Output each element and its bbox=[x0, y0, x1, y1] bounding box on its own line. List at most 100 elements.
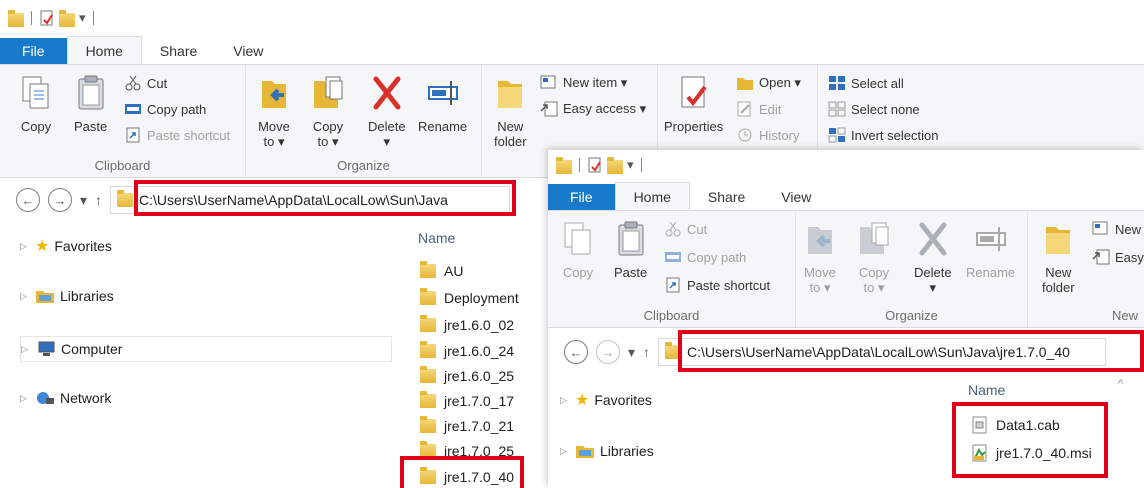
new-folder-label: New folder bbox=[1042, 265, 1075, 295]
recent-locations-button[interactable]: ▾ bbox=[628, 344, 635, 361]
delete-button[interactable]: Delete ▾ bbox=[914, 219, 952, 295]
select-all-button[interactable]: Select all bbox=[828, 75, 904, 91]
copy-button[interactable]: Copy bbox=[562, 219, 594, 280]
tab-file[interactable]: File bbox=[548, 184, 615, 210]
nav-item-favorites[interactable]: ▷ ★ Favorites bbox=[560, 390, 652, 410]
list-item[interactable]: jre1.7.0_40 bbox=[420, 467, 514, 485]
nav-item-computer[interactable]: ▷ Computer bbox=[20, 336, 392, 362]
list-item[interactable]: jre1.6.0_02 bbox=[420, 315, 514, 333]
new-folder-icon[interactable] bbox=[607, 156, 623, 174]
up-button[interactable]: ↑ bbox=[643, 344, 650, 360]
folder-icon bbox=[420, 366, 436, 383]
copy-to-icon bbox=[314, 76, 343, 108]
new-item-button[interactable]: New item ▾ bbox=[540, 75, 627, 91]
history-button[interactable]: History bbox=[736, 127, 799, 143]
nav-item-libraries[interactable]: ▷ Libraries bbox=[20, 288, 114, 304]
properties-button[interactable]: Properties bbox=[664, 73, 723, 134]
tab-home[interactable]: Home bbox=[614, 182, 690, 210]
ribbon-home: Copy Paste Cut Copy path Paste shortcut … bbox=[548, 210, 1144, 328]
tab-view[interactable]: View bbox=[215, 38, 281, 64]
address-bar[interactable]: C:\Users\UserName\AppData\LocalLow\Sun\J… bbox=[110, 186, 511, 214]
paste-button[interactable]: Paste bbox=[74, 73, 107, 134]
easy-access-icon bbox=[540, 101, 558, 117]
list-item[interactable]: AU bbox=[420, 261, 463, 279]
open-button[interactable]: Open ▾ bbox=[736, 75, 801, 91]
up-button[interactable]: ↑ bbox=[95, 192, 102, 208]
cut-button[interactable]: Cut bbox=[124, 75, 167, 91]
expand-icon: ▷ bbox=[20, 392, 27, 403]
tab-share[interactable]: Share bbox=[690, 184, 763, 210]
delete-icon bbox=[919, 222, 947, 256]
copy-path-button[interactable]: Copy path bbox=[664, 249, 746, 265]
move-to-button[interactable]: Move to ▾ bbox=[258, 73, 290, 149]
rename-button[interactable]: Rename bbox=[966, 219, 1015, 280]
paste-shortcut-button[interactable]: Paste shortcut bbox=[124, 127, 230, 143]
paste-shortcut-button[interactable]: Paste shortcut bbox=[664, 277, 770, 293]
column-header-name[interactable]: Name bbox=[968, 382, 1005, 398]
back-button[interactable]: ← bbox=[16, 188, 40, 212]
paste-icon bbox=[78, 75, 104, 110]
delete-button[interactable]: Delete ▾ bbox=[368, 73, 406, 149]
expand-icon: ▷ bbox=[20, 240, 27, 251]
file-name: jre1.6.0_24 bbox=[444, 343, 515, 359]
network-icon bbox=[37, 392, 54, 404]
paste-button[interactable]: Paste bbox=[614, 219, 647, 280]
ribbon-tabs: File Home Share View bbox=[548, 182, 1144, 210]
properties-icon[interactable] bbox=[39, 10, 55, 26]
new-item-icon bbox=[540, 75, 556, 89]
list-item[interactable]: Deployment bbox=[420, 288, 519, 306]
list-item[interactable]: jre1.6.0_25 bbox=[420, 366, 514, 384]
list-item[interactable]: jre1.7.0_17 bbox=[420, 391, 514, 409]
move-to-icon bbox=[262, 81, 286, 108]
nav-item-network[interactable]: ▷ Network bbox=[20, 390, 111, 406]
tab-home[interactable]: Home bbox=[66, 36, 142, 64]
address-bar[interactable]: C:\Users\UserName\AppData\LocalLow\Sun\J… bbox=[658, 338, 1107, 366]
toolbar-separator bbox=[640, 158, 642, 172]
rename-label: Rename bbox=[966, 265, 1016, 280]
copy-button[interactable]: Copy bbox=[20, 73, 52, 134]
copy-icon bbox=[564, 222, 591, 255]
list-item[interactable]: Data1.cab bbox=[972, 416, 1060, 434]
tab-file[interactable]: File bbox=[0, 38, 67, 64]
qat-dropdown-icon[interactable]: ▾ bbox=[627, 157, 634, 173]
list-item[interactable]: jre1.7.0_21 bbox=[420, 416, 514, 434]
forward-button[interactable]: → bbox=[48, 188, 72, 212]
list-item[interactable]: jre1.6.0_24 bbox=[420, 341, 515, 359]
edit-button[interactable]: Edit bbox=[736, 101, 781, 117]
list-item[interactable]: jre1.7.0_25 bbox=[420, 441, 514, 459]
move-to-button[interactable]: Move to ▾ bbox=[804, 219, 836, 295]
list-item[interactable]: jre1.7.0_40.msi bbox=[972, 444, 1092, 462]
recent-locations-button[interactable]: ▾ bbox=[80, 192, 87, 209]
group-clipboard: Copy Paste Cut Copy path Paste shortcut … bbox=[0, 65, 246, 177]
nav-item-favorites[interactable]: ▷ ★ Favorites bbox=[20, 236, 112, 256]
tab-view[interactable]: View bbox=[763, 184, 829, 210]
new-folder-button[interactable]: New folder bbox=[494, 73, 527, 149]
back-button[interactable]: ← bbox=[564, 340, 588, 364]
copy-icon bbox=[22, 76, 49, 109]
select-none-label: Select none bbox=[851, 101, 920, 117]
cut-button[interactable]: Cut bbox=[664, 221, 707, 237]
easy-access-button[interactable]: Easy bbox=[1092, 249, 1144, 265]
tab-share[interactable]: Share bbox=[142, 38, 215, 64]
delete-icon bbox=[373, 76, 401, 110]
select-none-button[interactable]: Select none bbox=[828, 101, 920, 117]
explorer-window-jre: ▾ File Home Share View Copy Paste Cut Co… bbox=[548, 150, 1144, 488]
folder-icon bbox=[420, 467, 436, 484]
new-item-button[interactable]: New bbox=[1092, 221, 1141, 237]
scissors-icon bbox=[665, 221, 681, 237]
invert-selection-button[interactable]: Invert selection bbox=[828, 127, 938, 143]
copy-to-button[interactable]: Copy to ▾ bbox=[312, 73, 344, 149]
copy-path-button[interactable]: Copy path bbox=[124, 101, 206, 117]
new-folder-icon[interactable] bbox=[59, 9, 75, 27]
copy-to-button[interactable]: Copy to ▾ bbox=[858, 219, 890, 295]
toolbar-separator bbox=[579, 158, 580, 172]
column-header-name[interactable]: Name bbox=[418, 230, 455, 246]
nav-item-libraries[interactable]: ▷ Libraries bbox=[560, 443, 654, 459]
qat-dropdown-icon[interactable]: ▾ bbox=[79, 10, 86, 26]
new-folder-button[interactable]: New folder bbox=[1042, 219, 1075, 295]
properties-icon[interactable] bbox=[587, 157, 603, 173]
rename-button[interactable]: Rename bbox=[418, 73, 467, 134]
edit-icon bbox=[737, 101, 751, 117]
easy-access-button[interactable]: Easy access ▾ bbox=[540, 101, 646, 117]
forward-button[interactable]: → bbox=[596, 340, 620, 364]
